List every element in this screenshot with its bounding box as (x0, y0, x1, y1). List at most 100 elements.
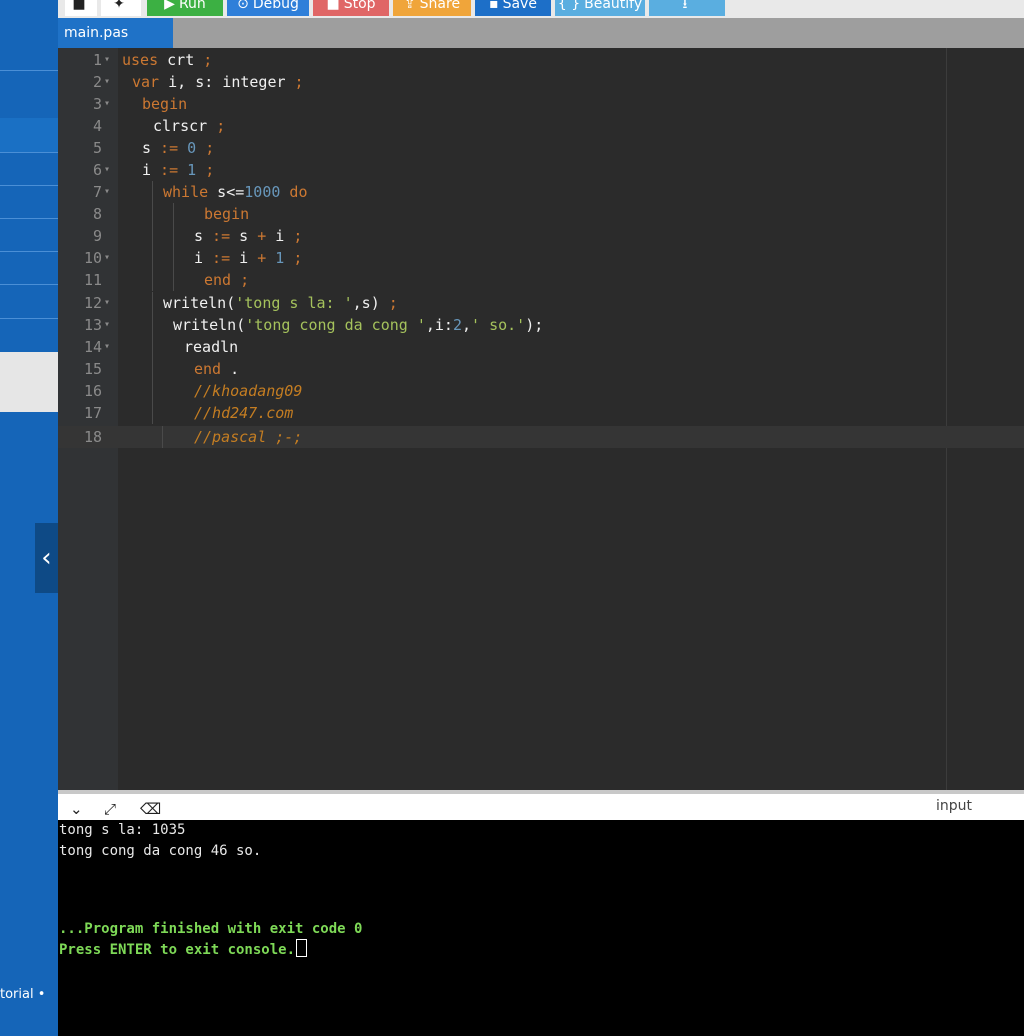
code-text: writeln('tong cong da cong ',i:2,' so.')… (173, 314, 543, 336)
settings-button[interactable]: ✦ (101, 0, 141, 16)
save-button[interactable]: ▪ Save (475, 0, 551, 16)
code-token: ; (207, 117, 226, 135)
fold-arrow-icon[interactable]: ▾ (104, 71, 110, 93)
code-token: ); (525, 316, 544, 334)
code-line[interactable]: 8 begin (58, 203, 1024, 225)
code-line[interactable]: 11 end ; (58, 269, 1024, 291)
clear-console-icon[interactable]: ⌫ (140, 800, 161, 818)
debug-button[interactable]: ⊙ Debug (227, 0, 309, 16)
fold-arrow-icon[interactable]: ▾ (104, 292, 110, 314)
stop-square-icon: ■ (72, 0, 86, 12)
console-line: ...Program finished with exit code 0 (59, 921, 363, 937)
code-text: end ; (204, 269, 249, 291)
fold-arrow-icon[interactable]: ▾ (104, 247, 110, 269)
stop-button[interactable]: ■ Stop (313, 0, 389, 16)
run-button[interactable]: ▶ Run (147, 0, 223, 16)
file-tab-bar: main.pas (58, 18, 1024, 48)
code-line[interactable]: 1 ▾ uses crt ; (58, 49, 1024, 71)
code-token: ,i: (425, 316, 453, 334)
code-line[interactable]: 16 //khoadang09 (58, 380, 1024, 402)
line-number: 5 (92, 139, 102, 157)
indent-guide (173, 203, 174, 225)
fold-arrow-icon[interactable]: ▾ (104, 181, 110, 203)
line-number: 16 (83, 382, 102, 400)
code-line[interactable]: 14 ▾ readln (58, 336, 1024, 358)
code-line[interactable]: 12 ▾ writeln('tong s la: ',s) ; (58, 292, 1024, 314)
code-text: var i, s: integer ; (132, 71, 304, 93)
code-line[interactable]: 10 ▾ i := i + 1 ; (58, 247, 1024, 269)
code-token: s<= (208, 183, 245, 201)
fold-arrow-icon[interactable]: ▾ (104, 93, 110, 115)
chevron-down-icon[interactable]: ⌄ (70, 800, 83, 818)
line-number: 13 (83, 316, 102, 334)
code-text: i := i + 1 ; (194, 247, 302, 269)
code-token: writeln( (163, 294, 236, 312)
code-line[interactable]: 5 s := 0 ; (58, 137, 1024, 159)
line-number: 2 (92, 73, 102, 91)
tab-main-pas[interactable]: main.pas (58, 18, 173, 48)
code-token: //khoadang09 (194, 382, 303, 400)
code-token: 2 (452, 316, 462, 334)
code-token: . (221, 360, 240, 378)
code-token: ; (284, 249, 303, 267)
code-text: writeln('tong s la: ',s) ; (163, 292, 398, 314)
code-line[interactable]: 17 //hd247.com (58, 402, 1024, 424)
code-line[interactable]: 6 ▾ i := 1 ; (58, 159, 1024, 181)
code-token: //hd247.com (194, 404, 294, 422)
code-token: 1 (275, 249, 285, 267)
stop-icon: ■ (326, 0, 340, 12)
code-token: 1 (187, 161, 197, 179)
code-text: s := s + i ; (194, 225, 302, 247)
code-line[interactable]: 9 s := s + i ; (58, 225, 1024, 247)
code-token: + (248, 249, 276, 267)
code-token: i, s: integer (159, 73, 286, 91)
code-token: clrscr (153, 117, 208, 135)
code-text: end . (194, 358, 239, 380)
expand-icon[interactable]: ⤢ (104, 800, 116, 818)
fold-arrow-icon[interactable]: ▾ (104, 314, 110, 336)
sidebar-item[interactable] (0, 118, 58, 152)
code-token: 'tong s la: ' (235, 294, 353, 312)
save-icon: ▪ (489, 0, 499, 12)
code-token: 0 (187, 139, 197, 157)
code-token: := (151, 161, 188, 179)
code-line[interactable]: 15 end . (58, 358, 1024, 380)
line-number: 3 (92, 95, 102, 113)
code-text: readln (184, 336, 238, 358)
code-line-active[interactable]: 18 //pascal ;-; (58, 426, 1024, 448)
code-line[interactable]: 7 ▾ while s<=1000 do (58, 181, 1024, 203)
code-token: 'tong cong da cong ' (245, 316, 426, 334)
code-text: //pascal ;-; (194, 426, 302, 448)
code-line[interactable]: 4 clrscr ; (58, 115, 1024, 137)
collapse-sidebar-button[interactable]: ‹ (35, 523, 58, 593)
code-token: ; (285, 73, 304, 91)
console-line: tong s la: 1035 (59, 822, 186, 838)
code-token: := (151, 139, 188, 157)
sidebar-footer-link[interactable]: torial • (0, 987, 58, 1002)
line-number: 8 (92, 205, 102, 223)
stop-square-button[interactable]: ■ (65, 0, 97, 16)
code-line[interactable]: 13 ▾ writeln('tong cong da cong ',i:2,' … (58, 314, 1024, 336)
play-icon: ▶ (164, 0, 175, 12)
sidebar-divider (0, 185, 58, 186)
code-token: var (132, 73, 160, 91)
beautify-button[interactable]: { } Beautify (555, 0, 645, 16)
code-token: ; (196, 161, 215, 179)
code-line[interactable]: 3 ▾ begin (58, 93, 1024, 115)
code-token: := (203, 227, 240, 245)
indent-guide (152, 269, 153, 291)
code-editor[interactable]: 1 ▾ uses crt ; 2 ▾ var i, s: integer ; 3… (58, 48, 1024, 790)
download-button[interactable]: ⭳ (649, 0, 725, 16)
terminal-cursor (296, 939, 308, 957)
fold-arrow-icon[interactable]: ▾ (104, 336, 110, 358)
console-output[interactable]: tong s la: 1035 tong cong da cong 46 so.… (58, 820, 1024, 1036)
code-token: ; (231, 271, 250, 289)
input-tab[interactable]: input (936, 798, 972, 814)
fold-arrow-icon[interactable]: ▾ (104, 49, 110, 71)
sidebar-divider (0, 152, 58, 153)
indent-guide (173, 225, 174, 247)
fold-arrow-icon[interactable]: ▾ (104, 159, 110, 181)
console-line: tong cong da cong 46 so. (59, 843, 262, 859)
code-line[interactable]: 2 ▾ var i, s: integer ; (58, 71, 1024, 93)
share-button[interactable]: ⇪ Share (393, 0, 471, 16)
